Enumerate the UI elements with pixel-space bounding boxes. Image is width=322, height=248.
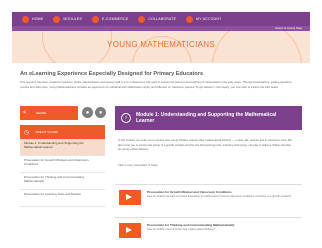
- hero-banner: YOUNG MATHEMATICIANS: [12, 31, 310, 63]
- home-icon: [22, 15, 29, 23]
- modules-icon: [53, 15, 61, 23]
- credit-hours-label: CREDIT HOURS: [35, 130, 59, 134]
- nav-ecommerce[interactable]: E-COMMERCE: [92, 12, 128, 26]
- nav-collaborate-label: COLLABORATE: [148, 17, 177, 21]
- provocation-card[interactable]: Provocation for Growth Mindset and Class…: [115, 184, 302, 214]
- card-description: How do children communicate their mathem…: [147, 228, 215, 231]
- play-icon[interactable]: [119, 190, 141, 205]
- nav-modules[interactable]: MODULES: [53, 12, 82, 26]
- sidebar-item-growth-mindsets[interactable]: Provocation for Growth Mindsets and Clas…: [20, 156, 105, 173]
- card-title[interactable]: Provocation for Thinking and Communicati…: [147, 223, 297, 227]
- nav-home[interactable]: HOME: [22, 12, 43, 26]
- card-title[interactable]: Provocation for Growth Mindset and Class…: [147, 190, 297, 194]
- sidebar-list: Module 1: Understanding and Supporting t…: [20, 139, 105, 207]
- module-title: Module 1: Understanding and Supporting t…: [136, 112, 277, 124]
- nav-account-label: MY ACCOUNT: [196, 17, 222, 21]
- nav-collaborate[interactable]: COLLABORATE: [138, 12, 176, 26]
- card-body: Provocation for Growth Mindset and Class…: [147, 190, 297, 214]
- banner-title: YOUNG MATHEMATICIANS: [107, 40, 215, 49]
- share-bar[interactable]: < SHARE: [20, 106, 78, 120]
- top-navigation: HOME MODULES E-COMMERCE COLLABORATE MY A…: [12, 12, 310, 26]
- module-description: In this module, we invite you to explore…: [118, 139, 292, 151]
- sidebar-item-module-1[interactable]: Module 1: Understanding and Supporting t…: [20, 139, 105, 156]
- intro-text: This resource has been created for teach…: [20, 81, 293, 89]
- page-heading: An eLearning Experience Especially Desig…: [20, 71, 204, 77]
- share-options: ● ●: [82, 107, 108, 118]
- print-icon[interactable]: ●: [82, 107, 93, 118]
- module-header: › Module 1: Understanding and Supporting…: [115, 106, 302, 130]
- cart-icon: [92, 15, 100, 23]
- nav-ecommerce-label: E-COMMERCE: [102, 17, 129, 21]
- clock-icon: ◷: [24, 129, 30, 136]
- play-icon[interactable]: [119, 223, 141, 238]
- card-body: Provocation for Thinking and Communicati…: [147, 223, 297, 248]
- card-description: How do children develop a positive dispo…: [147, 195, 292, 198]
- email-icon[interactable]: ●: [95, 107, 106, 118]
- sidebar-item-learning-tools[interactable]: Provocation for Learning Tools and Model…: [20, 190, 105, 207]
- circle-arrow-icon: ›: [121, 113, 131, 123]
- nav-home-label: HOME: [32, 17, 44, 21]
- credit-hours-bar[interactable]: ◷ CREDIT HOURS: [20, 125, 105, 139]
- share-label: SHARE: [36, 111, 47, 115]
- module-instruction: Click on any provocation to begin.: [118, 164, 159, 167]
- user-icon: [186, 15, 194, 23]
- nav-account[interactable]: MY ACCOUNT: [186, 12, 221, 26]
- share-icon: <: [23, 109, 27, 116]
- page: HOME MODULES E-COMMERCE COLLABORATE MY A…: [12, 12, 310, 248]
- sidebar-item-thinking-communicating[interactable]: Provocation for Thinking and Communicati…: [20, 173, 105, 190]
- people-icon: [138, 15, 146, 23]
- provocation-card[interactable]: Provocation for Thinking and Communicati…: [115, 217, 302, 248]
- nav-modules-label: MODULES: [63, 17, 83, 21]
